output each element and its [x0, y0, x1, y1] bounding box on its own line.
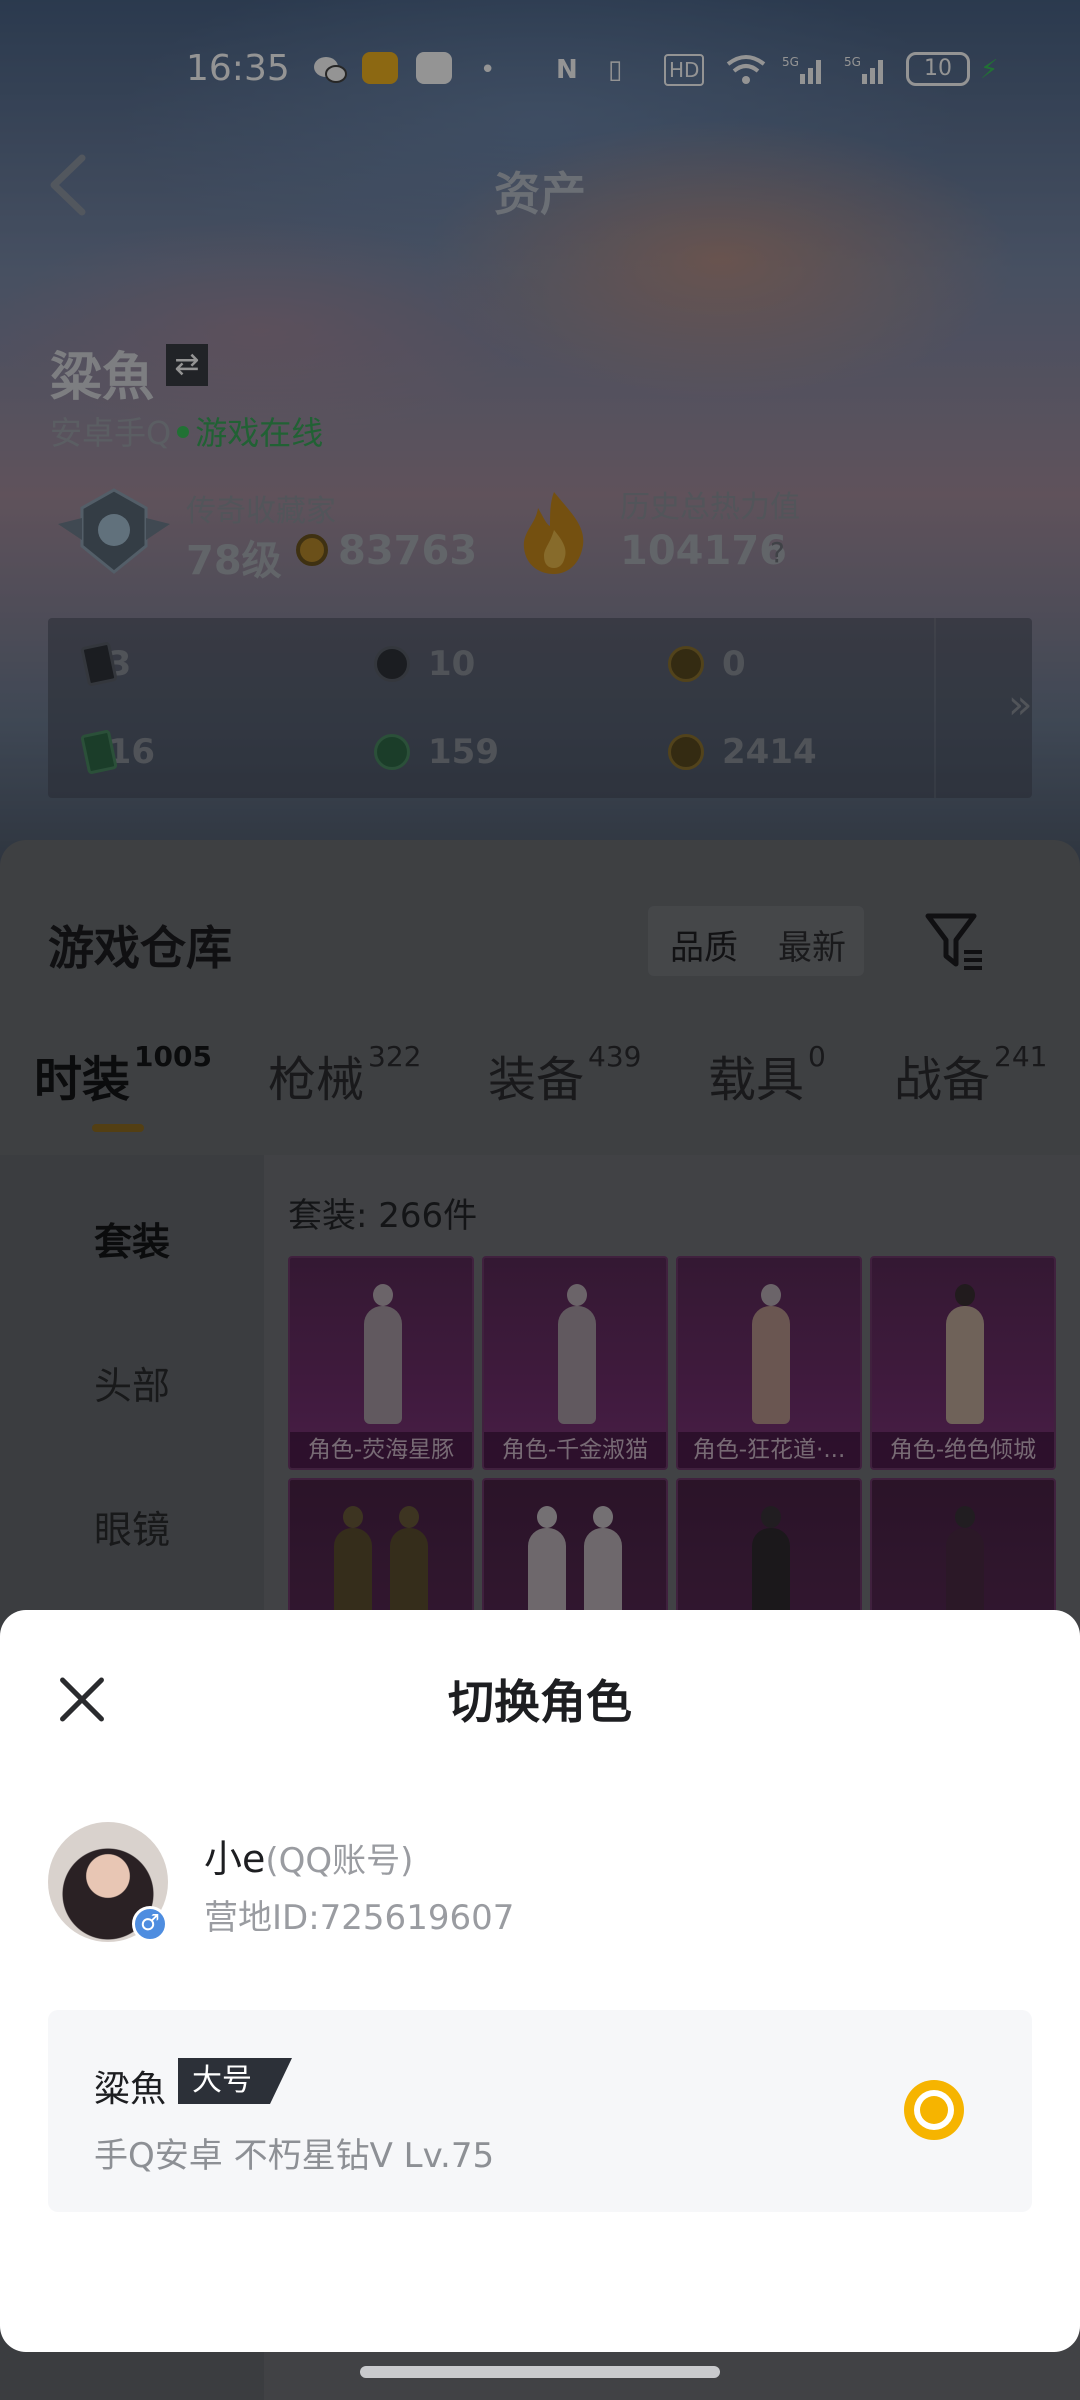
account-type: (QQ账号)	[265, 1841, 414, 1881]
role-name: 粱魚	[94, 2069, 167, 2110]
home-indicator[interactable]	[360, 2366, 720, 2378]
radio-dot	[920, 2096, 948, 2124]
male-icon: ♂	[132, 1906, 168, 1942]
main-account-badge: 大号	[178, 2058, 292, 2104]
camp-id: 营地ID:725619607	[204, 1898, 515, 1938]
user-name: 小e(QQ账号)	[204, 1828, 413, 1883]
role-option[interactable]: 粱魚 大号 手Q安卓 不朽星钻V Lv.75	[48, 2010, 1032, 2212]
user-nickname: 小e	[204, 1837, 266, 1881]
switch-role-sheet: 切换角色 ♂ 小e(QQ账号) 营地ID:725619607 粱魚 大号 手Q安…	[0, 1610, 1080, 2352]
sheet-title: 切换角色	[448, 1675, 632, 1729]
role-info: 手Q安卓 不朽星钻V Lv.75	[94, 2136, 495, 2176]
